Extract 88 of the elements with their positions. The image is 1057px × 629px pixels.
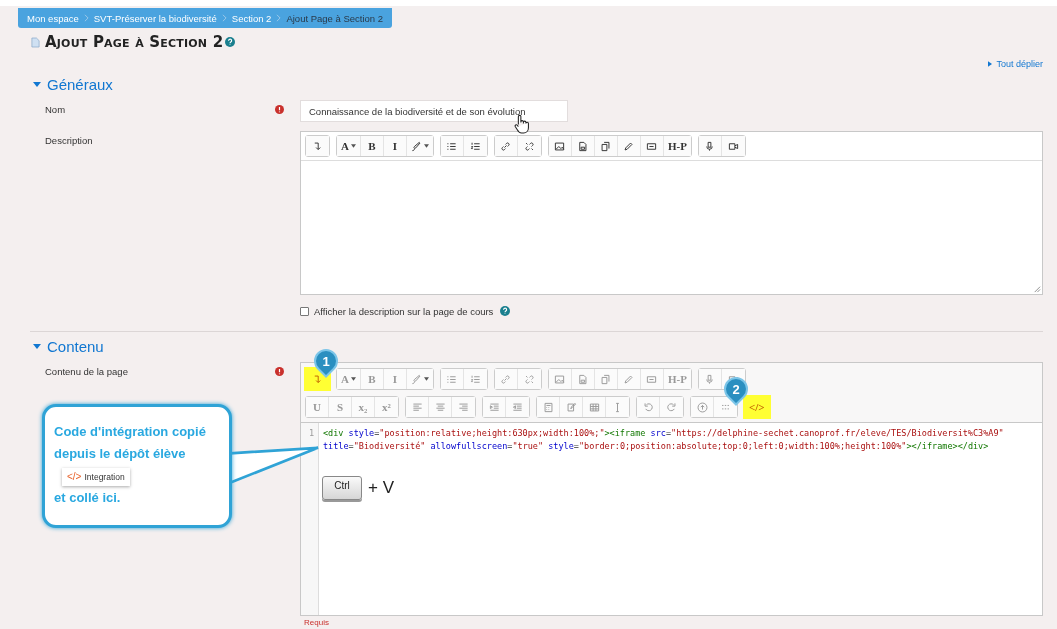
list-icon: [446, 373, 458, 385]
brush-icon: [410, 140, 422, 152]
chevron-icon: [221, 14, 227, 22]
toolbar-button[interactable]: H-P: [663, 136, 691, 156]
toolbar-button[interactable]: [640, 136, 664, 156]
undo-icon: [642, 401, 654, 413]
expand-all-link[interactable]: Tout déplier: [988, 58, 1043, 70]
caret-icon[interactable]: [33, 81, 41, 87]
numbered-list-icon: [469, 373, 481, 385]
page-icon: [31, 36, 40, 48]
image-icon: [554, 373, 566, 385]
edit-icon: [565, 401, 577, 413]
caret-icon: [350, 377, 356, 381]
callout-text: Code d'intégration copié depuis le dépôt élève: [54, 424, 206, 461]
chevron-icon: [276, 14, 282, 22]
toolbar-button[interactable]: A: [337, 136, 361, 156]
integration-chip: </> Integration: [62, 467, 130, 486]
table-icon: [588, 401, 600, 413]
breadcrumb-link[interactable]: Ajout Page à Section 2: [286, 12, 384, 24]
section-title[interactable]: Généraux: [47, 75, 113, 93]
microphone-icon: [704, 140, 716, 152]
chevron-icon: [83, 14, 89, 22]
caret-icon: [350, 144, 356, 148]
outdent-icon: [512, 401, 523, 413]
pencil-icon: [623, 373, 635, 385]
toolbar-button[interactable]: [306, 136, 329, 156]
redo-icon: [666, 401, 677, 413]
toolbar-button[interactable]: [440, 136, 464, 156]
caret-icon: [423, 377, 429, 381]
field-label: Description: [45, 134, 94, 146]
toolbar-button[interactable]: [698, 136, 722, 156]
calculator-icon: [542, 401, 554, 413]
brush-icon: [410, 373, 422, 385]
field-label: Nom: [45, 103, 67, 115]
triangle-icon: [988, 61, 993, 67]
broken-link-icon: [523, 140, 535, 152]
document-icon: [577, 373, 589, 385]
toolbar-button[interactable]: [617, 136, 641, 156]
align-right-icon: [458, 401, 469, 413]
numbered-list-icon: [469, 140, 481, 152]
link-icon: [500, 140, 512, 152]
toolbar-button[interactable]: B: [360, 136, 384, 156]
section-title[interactable]: Contenu: [47, 337, 104, 355]
list-icon: [446, 140, 458, 152]
resize-grip-icon[interactable]: [1032, 284, 1041, 293]
required-note: Requis: [304, 618, 330, 627]
copy-icon: [600, 140, 612, 152]
name-input-field[interactable]: Connaissance de la biodiversité et de son évolution: [300, 100, 568, 122]
keyboard-key: Ctrl: [322, 476, 362, 500]
field-label: Contenu de la page: [45, 365, 129, 377]
screen-icon: [646, 373, 658, 385]
toolbar-button[interactable]: [548, 136, 572, 156]
breadcrumb-link[interactable]: SVT-Préserver la biodiversité: [93, 12, 217, 24]
help-icon[interactable]: [225, 37, 236, 47]
copy-icon: [600, 373, 612, 385]
toolbar-button[interactable]: [571, 136, 595, 156]
toolbar-button[interactable]: [721, 136, 745, 156]
link-icon: [500, 373, 512, 385]
upload-icon: [696, 401, 708, 413]
toolbar-button[interactable]: [594, 136, 618, 156]
checkbox-label: Afficher la description sur la page de cours: [314, 305, 494, 317]
align-left-icon: [411, 401, 423, 413]
toolbar-button[interactable]: [406, 136, 433, 156]
toolbar-button[interactable]: [463, 136, 487, 156]
document-icon: [577, 140, 589, 152]
microphone-icon: [704, 373, 716, 385]
image-icon: [554, 140, 566, 152]
checkbox[interactable]: [300, 306, 309, 316]
callout-text: et collé ici.: [54, 489, 122, 507]
breadcrumb-link[interactable]: Section 2: [231, 12, 272, 24]
caret-icon[interactable]: [33, 343, 41, 349]
video-camera-icon: [727, 140, 739, 152]
breadcrumb-link[interactable]: Mon espace: [27, 12, 79, 24]
align-center-icon: [434, 401, 446, 413]
indent-icon: [488, 401, 500, 413]
toolbar-button[interactable]: I: [383, 136, 407, 156]
help-icon[interactable]: [500, 306, 511, 316]
caret-icon: [423, 144, 429, 148]
pencil-icon: [623, 140, 635, 152]
page-title: Ajout Page à Section 2: [45, 33, 224, 51]
shortcut-text: + V: [368, 478, 394, 498]
line-number: 1: [308, 428, 314, 438]
code-line: <div style="position:relative;height:630px;width:100%;"><iframe src="https://delphine-sechet.canoprof.fr/eleve/TES/Biodiversit%C3%A9": [323, 428, 1004, 440]
broken-link-icon: [523, 373, 535, 385]
screen-icon: [646, 140, 658, 152]
arrow-down-icon: [312, 140, 323, 152]
code-line: title="Biodiversité" allowfullscreen="true" style="border:0;position:absolute;top:0;left:0;width:100%;height:100%"></iframe></div>: [323, 441, 990, 453]
arrow-down-icon: [312, 373, 323, 385]
